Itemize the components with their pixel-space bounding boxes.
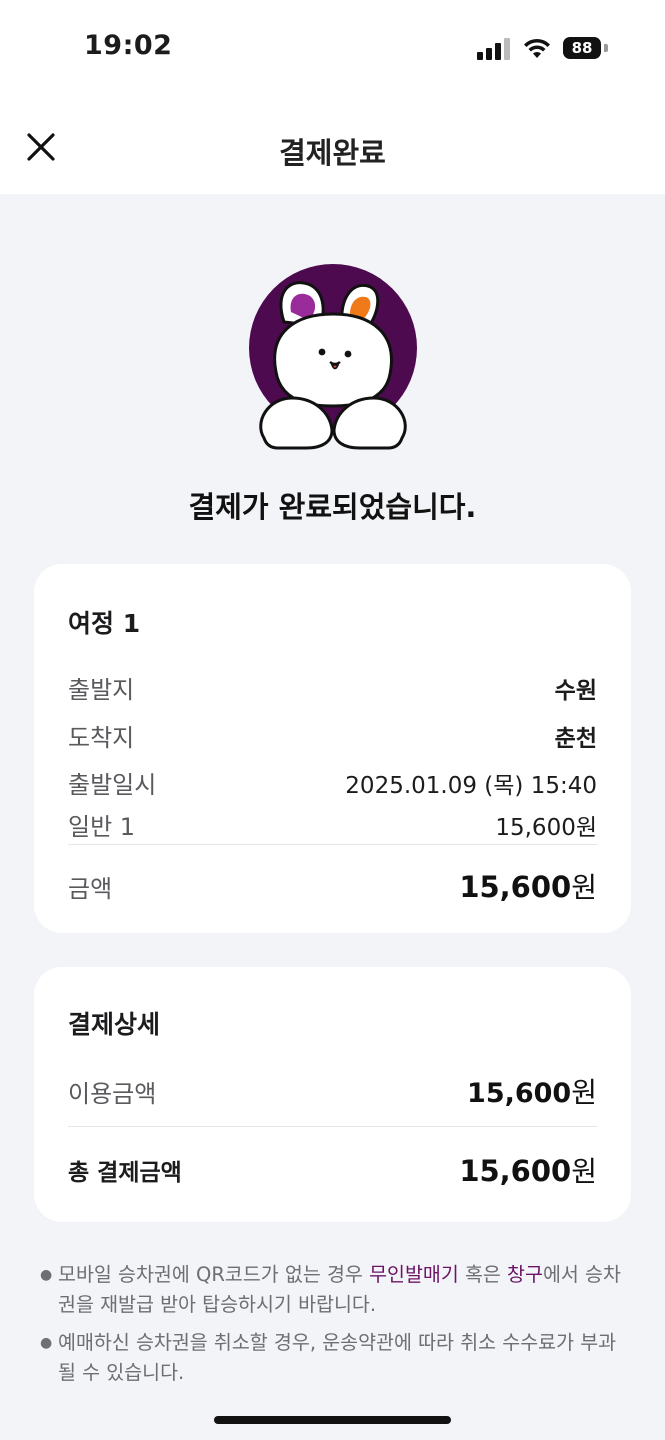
departure-datetime-row: 출발일시 2025.01.09 (목) 15:40 — [68, 765, 597, 800]
notice-list: ● 모바일 승차권에 QR코드가 없는 경우 무인발매기 혹은 창구에서 승차권… — [40, 1260, 630, 1396]
counter-link[interactable]: 창구 — [507, 1263, 543, 1286]
arrival-value: 춘천 — [554, 725, 597, 752]
trip-amount-label: 금액 — [68, 874, 113, 903]
kiosk-link[interactable]: 무인발매기 — [369, 1263, 459, 1286]
notice-text: 예매하신 승차권을 취소할 경우, 운송약관에 따라 취소 수수료가 부과될 수… — [58, 1331, 617, 1384]
notice-item: ● 예매하신 승차권을 취소할 경우, 운송약관에 따라 취소 수수료가 부과될… — [40, 1328, 630, 1388]
trip-amount-value: 15,600원 — [459, 870, 597, 904]
usage-amount-value: 15,600원 — [467, 1076, 597, 1109]
total-amount-label: 총 결제금액 — [68, 1160, 182, 1186]
trip-card: 여정 1 출발지 수원 도착지 춘천 출발일시 2025.01.09 (목) 1… — [34, 564, 631, 933]
notice-item: ● 모바일 승차권에 QR코드가 없는 경우 무인발매기 혹은 창구에서 승차권… — [40, 1260, 630, 1320]
wifi-icon — [524, 38, 550, 58]
nav-bar: 결제완료 — [0, 100, 665, 194]
rabbit-mascot-icon — [249, 264, 417, 450]
bullet-icon: ● — [40, 1335, 53, 1351]
payment-detail-title: 결제상세 — [68, 1010, 161, 1039]
arrival-label: 도착지 — [68, 724, 135, 752]
fare-type-label: 일반 1 — [68, 813, 136, 841]
total-amount-row: 총 결제금액 15,600원 — [68, 1150, 597, 1190]
divider — [68, 1126, 597, 1127]
cellular-signal-icon — [477, 38, 511, 60]
departure-datetime-label: 출발일시 — [68, 771, 157, 799]
usage-amount-label: 이용금액 — [68, 1079, 157, 1108]
departure-datetime-value: 2025.01.09 (목) 15:40 — [345, 772, 597, 799]
battery-nub — [604, 44, 608, 52]
arrival-row: 도착지 춘천 — [68, 718, 597, 753]
departure-row: 출발지 수원 — [68, 670, 597, 705]
bullet-icon: ● — [40, 1267, 53, 1283]
trip-amount-row: 금액 15,600원 — [68, 866, 597, 906]
payment-detail-card: 결제상세 이용금액 15,600원 총 결제금액 15,600원 — [34, 967, 631, 1222]
usage-amount-row: 이용금액 15,600원 — [68, 1071, 597, 1111]
battery-icon: 88 — [563, 37, 601, 59]
completion-message: 결제가 완료되었습니다. — [188, 490, 477, 524]
departure-value: 수원 — [554, 677, 597, 704]
status-time: 19:02 — [84, 30, 173, 61]
fare-type-row: 일반 1 15,600원 — [68, 807, 597, 842]
divider — [68, 844, 597, 845]
fare-type-value: 15,600원 — [495, 814, 597, 841]
page-title: 결제완료 — [279, 136, 386, 170]
departure-label: 출발지 — [68, 676, 135, 704]
status-bar: 19:02 88 — [0, 0, 665, 100]
total-amount-value: 15,600원 — [459, 1154, 597, 1188]
home-indicator[interactable] — [214, 1416, 451, 1424]
notice-text: 모바일 승차권에 QR코드가 없는 경우 무인발매기 혹은 창구에서 승차권을 … — [58, 1263, 621, 1316]
trip-title: 여정 1 — [68, 609, 141, 638]
